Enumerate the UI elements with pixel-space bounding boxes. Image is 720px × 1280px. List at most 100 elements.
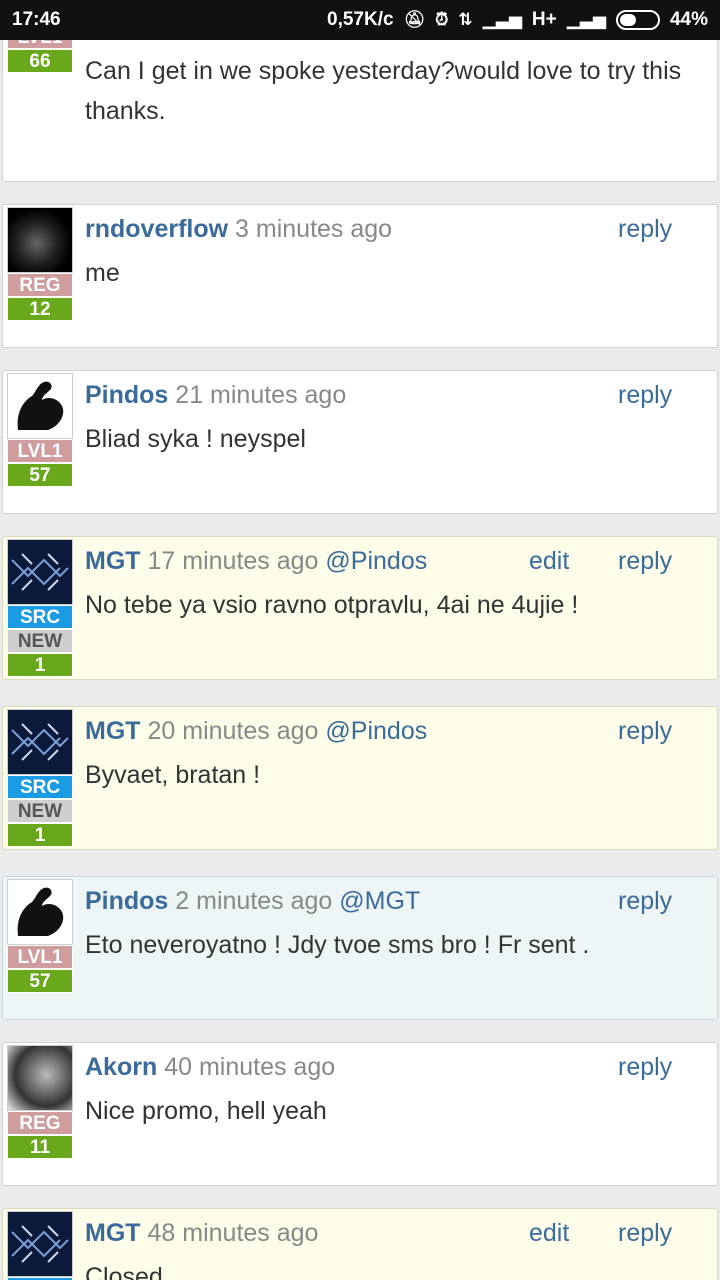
comment-item: MGT 48 minutes ago edit reply Closed. [2, 1208, 718, 1280]
comment-time: 48 minutes ago [147, 1219, 319, 1247]
clock: 17:46 [12, 9, 61, 30]
reply-link[interactable]: reply [618, 1209, 672, 1257]
avatar[interactable] [7, 207, 73, 273]
author-link[interactable]: Pindos [85, 381, 168, 409]
author-link[interactable]: MGT [85, 717, 141, 745]
avatar-column: REG 12 [5, 207, 75, 321]
score-badge: 57 [7, 463, 73, 487]
author-link[interactable]: MGT [85, 1219, 141, 1247]
author-link[interactable]: MGT [85, 547, 141, 575]
status-icons: 0,57K/c 🔕︎ ⏰︎ ⇅ ▁▃▅ H+ ▁▃▅ 44% [327, 9, 708, 31]
avatar-column [5, 1211, 75, 1280]
mention-link[interactable]: @MGT [339, 887, 420, 915]
comment-body: Nice promo, hell yeah [85, 1097, 327, 1125]
edit-link[interactable]: edit [529, 537, 569, 585]
source-badge: SRC [7, 775, 73, 799]
comment-body: Closed. [85, 1263, 170, 1280]
mute-bell-icon: 🔕︎ [403, 10, 426, 29]
new-badge: NEW [7, 629, 73, 653]
avatar-column: REG 11 [5, 1045, 75, 1159]
comment-item: LVL1 57 Pindos 2 minutes ago @MGT reply … [2, 876, 718, 1020]
score-badge: 1 [7, 653, 73, 677]
comment-meta: MGT 48 minutes ago edit reply [85, 1209, 707, 1257]
mention-link[interactable]: @Pindos [325, 547, 427, 575]
edit-link[interactable]: edit [529, 1209, 569, 1257]
mention-link[interactable]: @Pindos [325, 717, 427, 745]
comment-body: Can I get in we spoke yesterday?would lo… [85, 57, 682, 125]
reply-link[interactable]: reply [618, 707, 672, 755]
battery-percent: 44% [669, 9, 708, 30]
comment-content: Pindos 21 minutes ago reply Bliad syka !… [85, 371, 707, 459]
pattern-icon [11, 723, 69, 761]
comment-meta: Pindos 2 minutes ago @MGT reply [85, 877, 707, 925]
comment-meta: Pindos 21 minutes ago reply [85, 371, 707, 419]
avatar-column: LVL1 57 [5, 879, 75, 993]
comment-body: Eto neveroyatno ! Jdy tvoe sms bro ! Fr … [85, 931, 590, 959]
muscle-arm-icon [17, 887, 64, 936]
comment-body: me [85, 259, 120, 287]
comment-meta: MGT 17 minutes ago @Pindos edit reply [85, 537, 707, 585]
reply-link[interactable]: reply [618, 1043, 672, 1091]
alarm-icon: ⏰︎ [435, 10, 449, 29]
comment-content: MGT 48 minutes ago edit reply Closed. [85, 1209, 707, 1280]
avatar[interactable] [7, 539, 73, 605]
comment-meta: Akorn 40 minutes ago reply [85, 1043, 707, 1091]
reply-link[interactable]: reply [618, 205, 672, 253]
network-speed: 0,57K/c [327, 9, 394, 30]
author-link[interactable]: Akorn [85, 1053, 157, 1081]
battery-fill [619, 14, 636, 26]
comment-time: 40 minutes ago [164, 1053, 336, 1081]
comment-body: Bliad syka ! neyspel [85, 425, 306, 453]
reply-link[interactable]: reply [618, 371, 672, 419]
role-badge: REG [7, 273, 73, 297]
avatar-column: SRC NEW 1 [5, 709, 75, 847]
comment-content: Akorn 40 minutes ago reply Nice promo, h… [85, 1043, 707, 1131]
status-bar: 17:46 0,57K/c 🔕︎ ⏰︎ ⇅ ▁▃▅ H+ ▁▃▅ 44% [0, 0, 720, 40]
transfer-icon: ⇅ [458, 10, 473, 29]
avatar[interactable] [7, 709, 73, 775]
battery-icon [615, 10, 660, 30]
reply-link[interactable]: reply [618, 877, 672, 925]
comment-content: rndoverflow 3 minutes ago reply me [85, 205, 707, 293]
avatar[interactable] [7, 879, 73, 945]
avatar[interactable] [7, 1211, 73, 1277]
comment-content: MGT 17 minutes ago @Pindos edit reply No… [85, 537, 707, 625]
comment-meta: MGT 20 minutes ago @Pindos reply [85, 707, 707, 755]
score-badge: 11 [7, 1135, 73, 1159]
comment-item: LVL1 57 Pindos 21 minutes ago reply Blia… [2, 370, 718, 514]
comment-item: SRC NEW 1 MGT 17 minutes ago @Pindos edi… [2, 536, 718, 680]
muscle-arm-icon [17, 381, 64, 430]
avatar[interactable] [7, 373, 73, 439]
reply-link[interactable]: reply [618, 537, 672, 585]
comment-content: MGT 20 minutes ago @Pindos reply Byvaet,… [85, 707, 707, 795]
comment-body: Byvaet, bratan ! [85, 761, 261, 789]
comment-time: 21 minutes ago [175, 381, 347, 409]
level-badge: LVL1 [7, 439, 73, 463]
avatar-column: SRC NEW 1 [5, 539, 75, 677]
comment-body: No tebe ya vsio ravno otpravlu, 4ai ne 4… [85, 591, 579, 619]
pattern-icon [11, 553, 69, 591]
comment-time: 3 minutes ago [235, 215, 393, 243]
avatar[interactable] [7, 1045, 73, 1111]
score-badge: 66 [7, 49, 73, 73]
comment-meta: rndoverflow 3 minutes ago reply [85, 205, 707, 253]
comment-content: Pindos 2 minutes ago @MGT reply Eto neve… [85, 877, 707, 965]
score-badge: 57 [7, 969, 73, 993]
signal-icon: ▁▃▅ [566, 10, 606, 29]
comment-item: REG 11 Akorn 40 minutes ago reply Nice p… [2, 1042, 718, 1186]
role-badge: REG [7, 1111, 73, 1135]
level-badge: LVL1 [7, 945, 73, 969]
avatar-column: LVL1 57 [5, 373, 75, 487]
source-badge: SRC [7, 605, 73, 629]
author-link[interactable]: Pindos [85, 887, 168, 915]
comment-time: 2 minutes ago [175, 887, 333, 915]
author-link[interactable]: rndoverflow [85, 215, 228, 243]
comment-content: Can I get in we spoke yesterday?would lo… [85, 51, 707, 131]
pattern-icon [11, 1225, 69, 1263]
comment-time: 17 minutes ago [147, 547, 319, 575]
comment-list[interactable]: LVL1 66 Can I get in we spoke yesterday?… [0, 0, 720, 1280]
comment-time: 20 minutes ago [147, 717, 319, 745]
signal-icon: ▁▃▅ [482, 10, 522, 29]
comment-item: SRC NEW 1 MGT 20 minutes ago @Pindos rep… [2, 706, 718, 850]
score-badge: 1 [7, 823, 73, 847]
